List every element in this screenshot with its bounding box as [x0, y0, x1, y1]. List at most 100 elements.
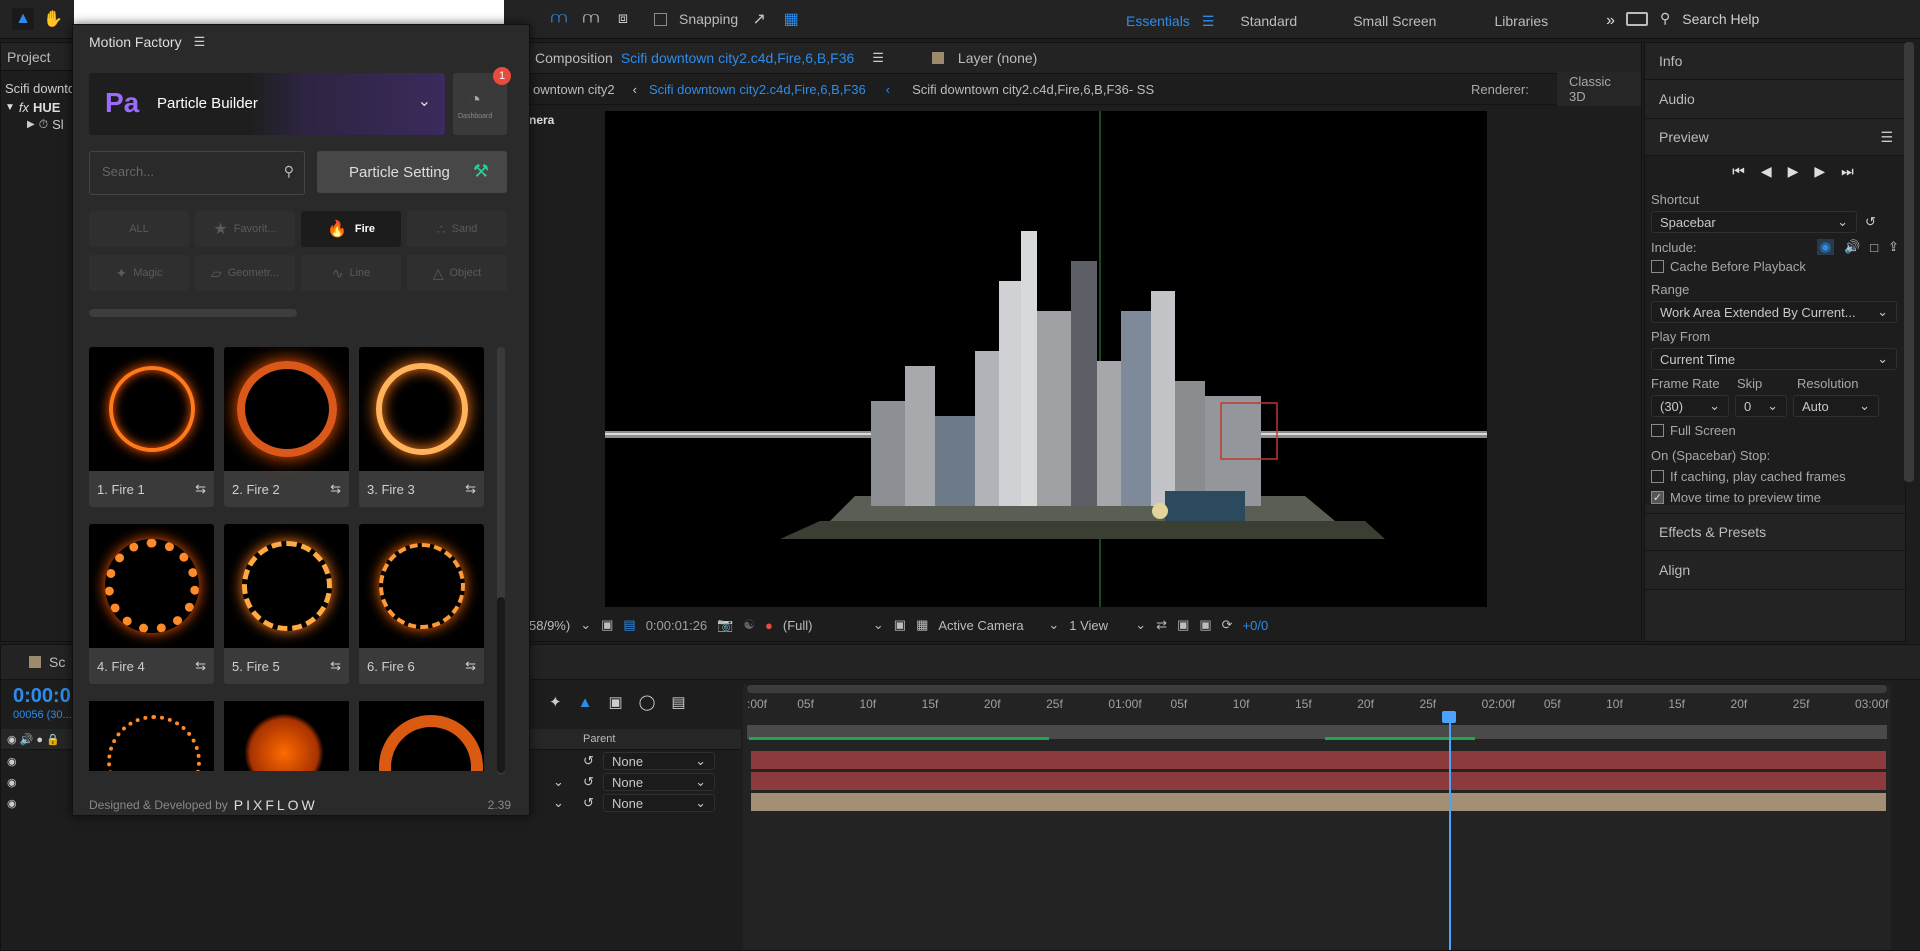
swap-icon[interactable]: ⇆ — [465, 481, 476, 497]
chevron-down-icon[interactable]: ⌄ — [553, 774, 564, 790]
category-object[interactable]: △ Object — [407, 255, 507, 291]
view-axis-icon[interactable]: ⧈ — [612, 8, 634, 30]
workspace-libraries[interactable]: Libraries — [1494, 13, 1548, 29]
layer-tab[interactable]: Layer (none) — [958, 50, 1037, 66]
category-favorites[interactable]: ★ Favorit... — [195, 211, 295, 247]
breadcrumb-active[interactable]: Scifi downtown city2.c4d,Fire,6,B,F36 — [649, 82, 866, 97]
particle-search-box[interactable]: Search... ⚲ — [89, 151, 305, 195]
shortcut-dropdown[interactable]: Spacebar ⌄ — [1651, 211, 1857, 233]
category-geometry[interactable]: ▱ Geometr... — [195, 255, 295, 291]
particle-item-fire-6[interactable]: 6. Fire 6 ⇆ — [359, 524, 484, 684]
breadcrumb-parent[interactable]: owntown city2 — [533, 82, 615, 97]
snap-grid-icon[interactable]: ▦ — [780, 8, 802, 30]
item-grid-scrollbar[interactable] — [497, 347, 505, 775]
exposure-value[interactable]: +0/0 — [1243, 618, 1269, 633]
zoom-dropdown[interactable]: 58/9%) — [529, 618, 570, 633]
parent-pickwhip-icon[interactable]: ↺ — [583, 774, 594, 790]
swap-icon[interactable]: ⇆ — [195, 658, 206, 674]
particle-item-fire-2[interactable]: 2. Fire 2 ⇆ — [224, 347, 349, 507]
resolution-chevron-icon[interactable]: ⌄ — [873, 617, 884, 633]
viewer-timecode[interactable]: 0:00:01:26 — [646, 618, 707, 633]
product-chevron-icon[interactable]: ⌄ — [418, 91, 431, 111]
snap-edges-icon[interactable]: ↗ — [748, 8, 770, 30]
pixel-aspect-icon[interactable]: ⇄ — [1156, 617, 1167, 633]
parent-pickwhip-icon[interactable]: ↺ — [583, 753, 594, 769]
align-tab[interactable]: Align — [1645, 551, 1905, 590]
flowchart-icon[interactable]: ▣ — [1199, 617, 1211, 633]
composition-tab-name[interactable]: Scifi downtown city2.c4d,Fire,6,B,F36 — [621, 50, 854, 66]
swap-icon[interactable]: ⇆ — [195, 481, 206, 497]
reset-exposure-icon[interactable]: ⟳ — [1222, 617, 1233, 633]
project-item-name[interactable]: Scifi downto — [1, 71, 75, 96]
play-icon[interactable]: ▶ — [1788, 163, 1799, 180]
time-ruler-area[interactable]: :00f 05f 10f 15f 20f 25f 01:00f 05f 10f 15f 20f 25f… — [743, 685, 1891, 950]
full-screen-checkbox[interactable] — [1651, 424, 1664, 437]
keyboard-icon[interactable] — [1626, 11, 1648, 26]
parent-dropdown[interactable]: None ⌄ — [603, 773, 715, 791]
particle-search-input[interactable]: Search... — [102, 164, 154, 179]
workspace-standard[interactable]: Standard — [1240, 13, 1297, 29]
chevron-down-icon[interactable]: ⌄ — [553, 795, 564, 811]
search-icon[interactable]: ⚲ — [284, 163, 294, 180]
include-audio-icon[interactable]: 🔊 — [1844, 239, 1860, 255]
selection-tool-icon[interactable]: ▲ — [12, 8, 34, 30]
expand-triangle-icon[interactable]: ▼ — [5, 102, 15, 113]
snapping-checkbox[interactable] — [654, 12, 667, 26]
layer-visibility-icon[interactable]: ◉ — [7, 755, 17, 768]
view-layout-dropdown[interactable]: 1 View — [1069, 618, 1125, 633]
preview-menu-icon[interactable]: ☰ — [1880, 129, 1893, 146]
first-frame-icon[interactable]: ⏮ — [1732, 163, 1745, 180]
reset-shortcut-icon[interactable]: ↺ — [1865, 214, 1876, 230]
particle-item-fire-5[interactable]: 5. Fire 5 ⇆ — [224, 524, 349, 684]
preview-panel-title[interactable]: Preview — [1659, 129, 1709, 145]
parent-dropdown[interactable]: None ⌄ — [603, 752, 715, 770]
include-overlays-icon[interactable]: □ — [1870, 240, 1878, 255]
particle-item-fire-4[interactable]: 4. Fire 4 ⇆ — [89, 524, 214, 684]
play-from-dropdown[interactable]: Current Time ⌄ — [1651, 348, 1897, 370]
shy-layers-icon[interactable]: ▲ — [578, 694, 593, 711]
category-line[interactable]: ∿ Line — [301, 255, 401, 291]
frame-blending-icon[interactable]: ▣ — [608, 693, 622, 711]
renderer-button[interactable]: Classic 3D — [1557, 72, 1641, 106]
draft-3d-timeline-icon[interactable]: ✦ — [549, 693, 562, 711]
timeline-timecode[interactable]: 0:00:0 — [13, 685, 71, 708]
transparency-grid-icon[interactable]: ▤ — [623, 617, 635, 633]
zoom-chevron-icon[interactable]: ⌄ — [580, 617, 591, 633]
hand-tool-icon[interactable]: ✋ — [42, 8, 64, 30]
product-selector[interactable]: Pa Particle Builder ⌄ — [89, 73, 445, 135]
channel-icon[interactable]: ● — [765, 618, 773, 633]
range-dropdown[interactable]: Work Area Extended By Current... ⌄ — [1651, 301, 1897, 323]
camera-dropdown[interactable]: Active Camera — [938, 618, 1038, 633]
world-axis-icon[interactable]: ⩋ — [580, 8, 602, 30]
timeline-tab[interactable]: Sc — [49, 654, 65, 670]
particle-setting-button[interactable]: Particle Setting ⚒ — [317, 151, 507, 193]
export-icon[interactable]: ⇪ — [1888, 239, 1899, 255]
graph-editor-icon[interactable]: ▤ — [671, 693, 685, 711]
region-of-interest-icon[interactable]: ▣ — [601, 617, 613, 633]
snapshot-icon[interactable]: 📷 — [717, 617, 733, 633]
current-time-indicator[interactable] — [1449, 719, 1451, 950]
category-all[interactable]: ALL — [89, 211, 189, 247]
workspace-essentials[interactable]: Essentials — [1126, 13, 1190, 29]
category-scrollbar[interactable] — [89, 309, 297, 317]
right-scrollbar[interactable] — [1904, 42, 1914, 482]
swap-icon[interactable]: ⇆ — [330, 481, 341, 497]
include-video-icon[interactable]: ◉ — [1816, 239, 1835, 255]
property-name[interactable]: Sl — [52, 117, 64, 132]
previous-frame-icon[interactable]: ◀ — [1761, 163, 1772, 180]
show-snapshot-icon[interactable]: ☯ — [743, 617, 755, 633]
layer-bar-1[interactable] — [751, 751, 1886, 769]
last-frame-icon[interactable]: ⏭ — [1841, 163, 1854, 180]
composition-tab-prefix[interactable]: Composition — [535, 50, 613, 66]
search-help-field[interactable]: Search Help — [1682, 11, 1759, 27]
dashboard-button[interactable]: ◔ Dashboard 1 — [453, 67, 511, 135]
resolution-dropdown-preview[interactable]: Auto ⌄ — [1793, 395, 1879, 417]
parent-dropdown[interactable]: None ⌄ — [603, 794, 715, 812]
view-chevron-icon[interactable]: ⌄ — [1135, 617, 1146, 633]
effect-name[interactable]: HUE — [33, 100, 60, 115]
stopwatch-icon[interactable]: ⏱ — [39, 117, 48, 132]
more-workspaces-icon[interactable]: » — [1606, 12, 1615, 30]
next-frame-icon[interactable]: ▶ — [1814, 163, 1825, 180]
category-magic[interactable]: ✦ Magic — [89, 255, 189, 291]
swap-icon[interactable]: ⇆ — [330, 658, 341, 674]
